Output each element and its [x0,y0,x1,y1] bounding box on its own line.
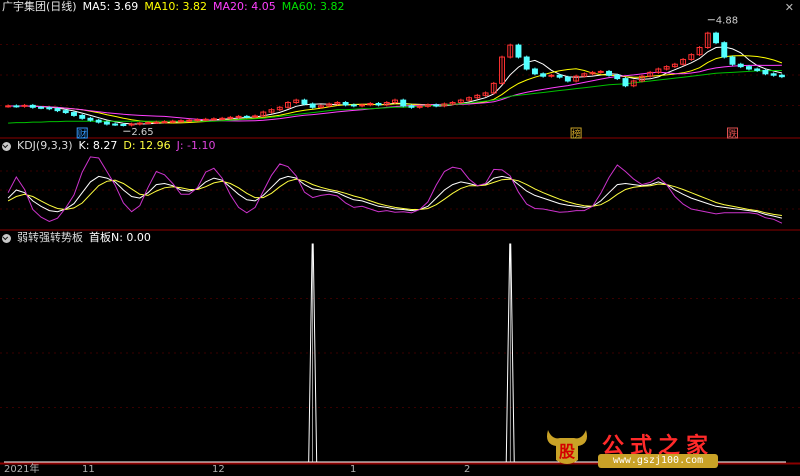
candle [219,117,226,120]
candle [128,123,135,126]
candle [721,42,728,58]
candle [416,105,423,108]
candle [87,117,94,121]
candle [408,105,415,108]
date-tick: 2 [464,464,471,475]
logo-text: 股 [559,442,576,461]
watermark: 股 公式之家 www.gszj100.com [542,426,782,470]
candle [103,121,110,125]
sub-title[interactable]: 弱转强转势板 [17,231,83,245]
main-header: 广宇集团(日线) MA5: 3.69 MA10: 3.82 MA20: 4.05… [2,0,344,14]
candle [70,112,77,116]
candle [243,115,250,118]
candle [531,68,538,75]
candle [21,104,28,107]
candle [778,74,785,78]
candle [375,102,382,106]
candle [178,120,184,123]
candle [186,119,193,122]
event-label: 跌 [728,129,737,140]
candle [400,99,407,107]
candle [252,115,259,118]
ma10-line [8,55,783,124]
candle [350,104,357,107]
watermark-url[interactable]: www.gszj100.com [598,454,718,468]
candle [145,122,152,125]
ma5-label: MA5: 3.69 [82,0,139,13]
candle [95,119,102,123]
candle [62,110,69,114]
candle [301,99,308,105]
candle [210,118,217,121]
candle [153,121,160,124]
candle [729,56,736,65]
sub-value: 首板N: 0.00 [89,231,151,244]
candle [564,76,571,82]
candle [136,122,143,125]
candle [606,70,612,76]
candle [13,105,20,108]
candle [540,73,547,77]
candle [194,119,201,122]
candle [29,104,36,108]
candle [622,78,629,87]
indicator-toggle-icon[interactable] [2,141,11,151]
candle [614,74,621,80]
candle [38,106,45,109]
main-title[interactable]: 广宇集团(日线) [2,0,77,14]
ma20-label: MA20: 4.05 [213,0,276,13]
candle [737,63,744,68]
kdj-j-label: J: -1.10 [176,139,216,152]
ma10-label: MA10: 3.82 [144,0,208,13]
candle [770,73,777,76]
low-label: 2.65 [131,127,153,138]
date-tick: 11 [82,464,95,475]
candle [46,107,53,110]
candle [762,69,769,75]
sub-header: 弱转强转势板 首板N: 0.00 [2,231,151,245]
candle [556,74,563,78]
bull-logo-icon: 股 [547,430,587,464]
event-label: 榜 [572,128,581,140]
date-tick: 12 [212,464,225,475]
candle [359,104,366,107]
kdj-k-label: K: 8.27 [78,139,118,152]
date-tick: 2021年 [4,464,40,475]
high-label: 4.88 [716,16,738,27]
ma60-line [8,70,782,124]
candle [597,70,604,73]
candle [227,116,234,119]
candle [5,105,12,108]
candle [433,104,440,107]
candle [202,118,209,121]
candle [235,115,242,118]
candle [713,32,720,44]
candle [54,108,61,112]
candle [120,124,127,127]
candle [112,123,119,126]
candle [342,102,349,106]
candle [161,121,168,124]
candle [754,68,761,71]
kdj-d-label: D: 12.96 [123,139,171,152]
ma60-label: MA60: 3.82 [281,0,345,13]
candle [169,120,176,123]
candle [79,114,86,119]
candle [548,74,555,77]
kdj-title[interactable]: KDJ(9,3,3) [17,139,73,153]
candle [523,56,530,70]
indicator-toggle-icon[interactable] [2,233,11,243]
close-icon[interactable]: ✕ [785,1,794,14]
candle [745,66,752,70]
kdj-header: KDJ(9,3,3) K: 8.27 D: 12.96 J: -1.10 [2,139,216,153]
candle [309,103,316,108]
date-tick: 1 [350,464,357,475]
ma5-line [8,46,783,125]
candle [515,44,522,58]
